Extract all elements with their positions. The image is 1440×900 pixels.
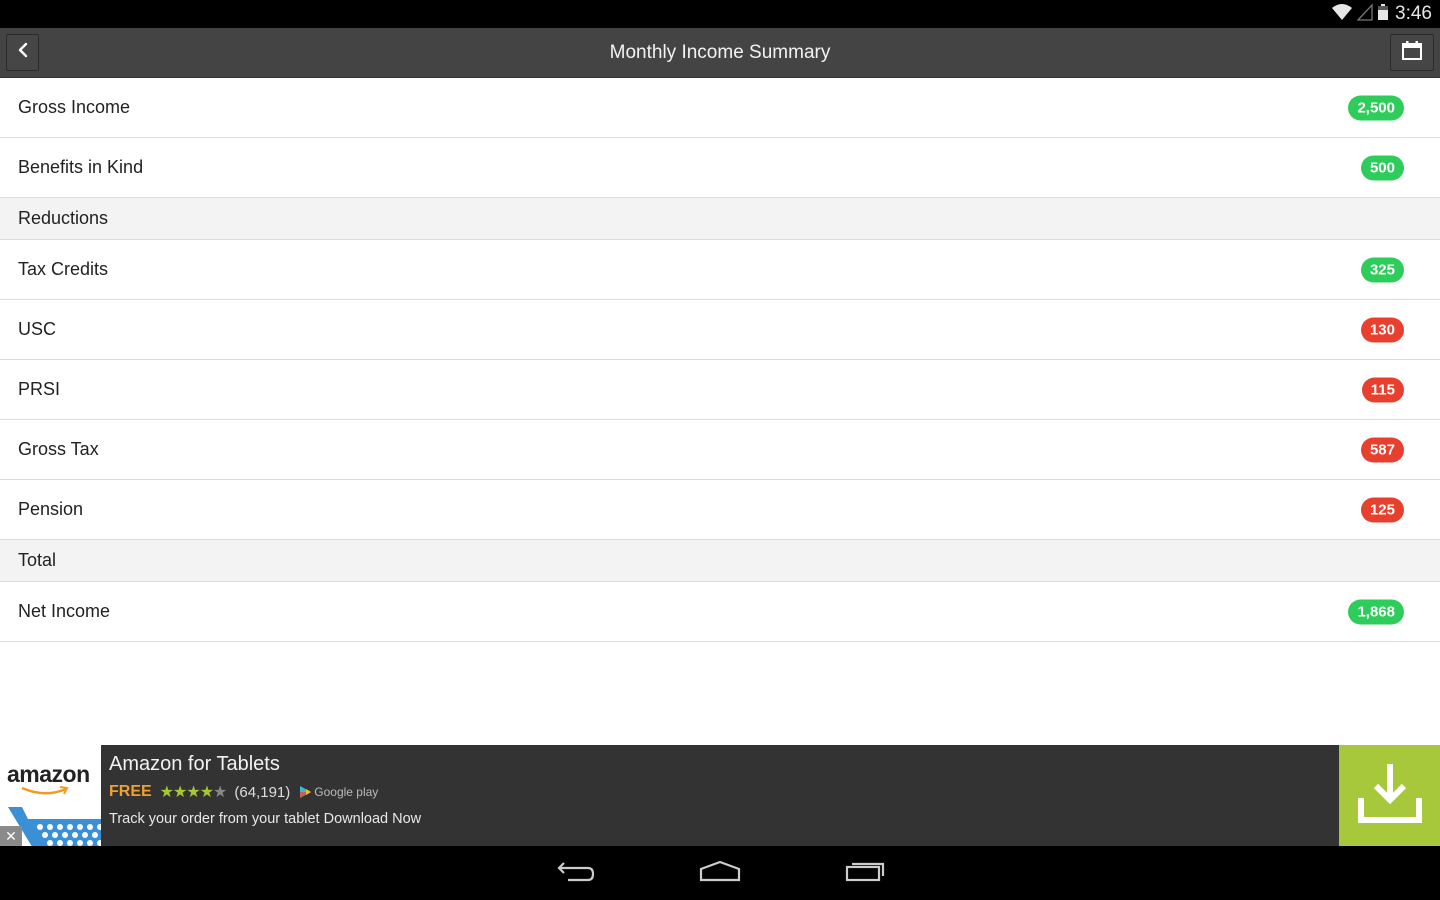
value-badge: 130 bbox=[1360, 317, 1404, 342]
list-item-gross-income[interactable]: Gross Income 2,500 bbox=[0, 78, 1440, 138]
clock: 3:46 bbox=[1395, 3, 1432, 24]
list-item-prsi[interactable]: PRSI 115 bbox=[0, 360, 1440, 420]
list-item-tax-credits[interactable]: Tax Credits 325 bbox=[0, 240, 1440, 300]
recent-apps-icon bbox=[844, 859, 886, 888]
value-badge: 587 bbox=[1360, 437, 1404, 462]
ad-title: Amazon for Tablets bbox=[109, 753, 280, 775]
section-header-total: Total bbox=[0, 540, 1440, 582]
nav-recents-button[interactable] bbox=[840, 858, 890, 888]
value-badge: 500 bbox=[1360, 155, 1404, 180]
google-play-icon bbox=[300, 786, 312, 798]
row-label: Benefits in Kind bbox=[18, 157, 144, 177]
nav-home-button[interactable] bbox=[695, 858, 745, 888]
price-label: FREE bbox=[109, 783, 152, 800]
star-filled-icon: ★ bbox=[186, 784, 200, 801]
value-badge: 125 bbox=[1360, 497, 1404, 522]
value-badge: 115 bbox=[1361, 377, 1404, 402]
close-ad-button[interactable]: ✕ bbox=[0, 826, 22, 846]
list-item-benefits-in-kind[interactable]: Benefits in Kind 500 bbox=[0, 138, 1440, 198]
ad-text: Amazon for Tablets FREE ★★★★★ (64,191) G… bbox=[109, 753, 421, 827]
wifi-icon bbox=[1331, 3, 1353, 26]
list-item-gross-tax[interactable]: Gross Tax 587 bbox=[0, 420, 1440, 480]
star-filled-icon: ★ bbox=[173, 784, 187, 801]
home-icon bbox=[699, 859, 741, 888]
rating-count: (64,191) bbox=[234, 783, 291, 801]
battery-icon bbox=[1377, 3, 1389, 26]
calendar-icon bbox=[1401, 40, 1423, 65]
signal-icon bbox=[1356, 2, 1373, 26]
amazon-smile-icon bbox=[21, 786, 69, 795]
list-item-pension[interactable]: Pension 125 bbox=[0, 480, 1440, 540]
list-item-net-income[interactable]: Net Income 1,868 bbox=[0, 582, 1440, 642]
section-label: Total bbox=[18, 550, 57, 570]
amazon-logo: amazon ✕ bbox=[0, 745, 101, 846]
star-filled-icon: ★ bbox=[159, 784, 174, 801]
star-empty-icon: ★ bbox=[213, 784, 227, 801]
row-label: Tax Credits bbox=[18, 259, 109, 279]
ad-banner[interactable]: amazon ✕ Amazon for Tablets FREE ★★★★★ (… bbox=[0, 745, 1440, 846]
back-button[interactable] bbox=[6, 34, 39, 71]
value-badge: 1,868 bbox=[1348, 599, 1404, 624]
row-label: Gross Tax bbox=[18, 439, 99, 459]
download-icon bbox=[1355, 758, 1425, 833]
brand-wordmark: amazon bbox=[7, 761, 90, 787]
download-button[interactable] bbox=[1339, 745, 1440, 846]
value-badge: 2,500 bbox=[1348, 95, 1404, 120]
status-bar: 3:46 bbox=[0, 0, 1440, 28]
store-label: Google play bbox=[314, 785, 379, 799]
row-label: PRSI bbox=[18, 379, 61, 399]
section-label: Reductions bbox=[18, 208, 109, 228]
row-label: Net Income bbox=[18, 601, 111, 621]
action-bar: Monthly Income Summary bbox=[0, 28, 1440, 78]
row-label: Pension bbox=[18, 499, 84, 519]
back-icon bbox=[556, 859, 596, 888]
star-rating: ★★★★★ bbox=[159, 782, 228, 802]
calendar-button[interactable] bbox=[1390, 34, 1434, 71]
income-summary-list: Gross Income 2,500 Benefits in Kind 500 … bbox=[0, 78, 1440, 642]
ad-description: Track your order from your tablet Downlo… bbox=[109, 811, 422, 827]
star-filled-icon: ★ bbox=[199, 784, 214, 801]
list-item-usc[interactable]: USC 130 bbox=[0, 300, 1440, 360]
nav-back-button[interactable] bbox=[551, 858, 601, 888]
row-label: Gross Income bbox=[18, 97, 131, 117]
row-label: USC bbox=[18, 319, 57, 339]
value-badge: 325 bbox=[1360, 257, 1404, 282]
section-header-reductions: Reductions bbox=[0, 198, 1440, 240]
system-nav-bar bbox=[0, 846, 1440, 900]
page-title: Monthly Income Summary bbox=[609, 42, 831, 63]
chevron-left-icon bbox=[17, 42, 29, 63]
google-play-badge: Google play bbox=[298, 785, 378, 799]
ad-meta: FREE ★★★★★ (64,191) Google play bbox=[109, 782, 421, 802]
